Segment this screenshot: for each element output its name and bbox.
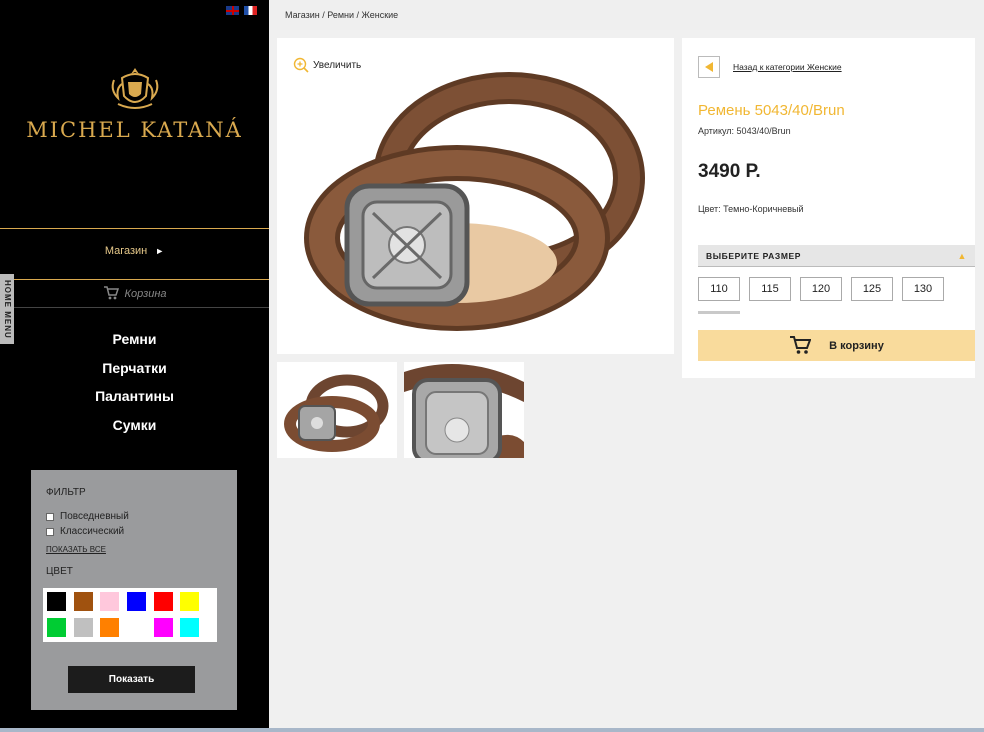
- filter-option[interactable]: Классический: [46, 526, 222, 537]
- color-swatch[interactable]: [127, 618, 147, 637]
- buckle-closeup-image: [404, 362, 524, 458]
- bottom-strip: [0, 728, 984, 732]
- arrow-left-icon: [705, 62, 713, 72]
- add-to-cart-button[interactable]: В корзину: [698, 330, 975, 361]
- thumbnail[interactable]: [404, 362, 524, 458]
- shop-menu-link[interactable]: Магазин ►: [0, 245, 269, 257]
- belt-image: [304, 72, 645, 331]
- divider: [0, 228, 269, 229]
- uk-flag-icon[interactable]: [226, 6, 239, 15]
- size-option[interactable]: 110: [698, 277, 740, 301]
- cart-icon: [103, 286, 119, 300]
- product-title: Ремень 5043/40/Brun: [698, 102, 845, 119]
- size-selector-header[interactable]: ВЫБЕРИТЕ РАЗМЕР ▲: [698, 245, 975, 267]
- back-link-text[interactable]: Назад к категории Женские: [733, 62, 842, 72]
- breadcrumb: Магазин / Ремни / Женские: [285, 10, 399, 20]
- thumbnail[interactable]: [277, 362, 397, 458]
- size-heading-label: ВЫБЕРИТЕ РАЗМЕР: [706, 251, 802, 261]
- size-option[interactable]: 115: [749, 277, 791, 301]
- color-swatch[interactable]: [73, 618, 93, 637]
- filter-option-label: Повседневный: [60, 511, 129, 522]
- color-swatch[interactable]: [47, 618, 66, 637]
- filter-title: ФИЛЬТР: [46, 487, 86, 498]
- filter-option[interactable]: Повседневный: [46, 511, 222, 522]
- belt-thumbnail-image: [277, 362, 397, 458]
- color-swatch[interactable]: [100, 592, 120, 611]
- crest-icon: [111, 68, 158, 109]
- size-selection-indicator: [698, 311, 740, 314]
- cart-icon: [790, 336, 812, 354]
- category-item[interactable]: Сумки: [0, 416, 269, 445]
- size-options: 110 115 120 125 130: [698, 277, 944, 301]
- collapse-arrow-icon[interactable]: ▲: [957, 245, 967, 267]
- product-photo[interactable]: Увеличить: [277, 38, 674, 354]
- color-swatch[interactable]: [153, 592, 173, 611]
- add-to-cart-label: В корзину: [829, 339, 884, 352]
- size-option[interactable]: 120: [800, 277, 842, 301]
- fr-flag-icon[interactable]: [244, 6, 257, 15]
- size-option[interactable]: 125: [851, 277, 893, 301]
- arrow-right-icon: ►: [155, 246, 165, 256]
- filter-panel: ФИЛЬТР Повседневный Классический ПОКАЗАТ…: [31, 470, 237, 710]
- checkbox[interactable]: [46, 512, 54, 521]
- color-swatch[interactable]: [153, 618, 173, 637]
- category-item[interactable]: Ремни: [0, 330, 269, 359]
- logo[interactable]: MICHEL KATANÁ: [0, 66, 269, 142]
- category-item[interactable]: Палантины: [0, 387, 269, 416]
- filter-option-label: Классический: [60, 526, 125, 537]
- color-swatch[interactable]: [127, 592, 147, 611]
- color-swatches: [43, 588, 217, 642]
- sidebar: MICHEL KATANÁ Магазин ► Корзина HOME MENU…: [0, 0, 269, 732]
- back-to-category[interactable]: Назад к категории Женские: [698, 56, 842, 78]
- show-button[interactable]: Показать: [68, 666, 195, 693]
- color-swatch[interactable]: [47, 592, 66, 611]
- shop-label: Магазин: [104, 245, 148, 257]
- color-swatch[interactable]: [180, 618, 200, 637]
- category-nav: Ремни Перчатки Палантины Сумки: [0, 330, 269, 444]
- color-swatch[interactable]: [100, 618, 120, 637]
- color-title: ЦВЕТ: [46, 566, 73, 577]
- color-swatch[interactable]: [73, 592, 93, 611]
- cart-label: Корзина: [124, 288, 167, 300]
- divider: [0, 279, 269, 280]
- language-switcher: [226, 6, 257, 15]
- back-arrow-button[interactable]: [698, 56, 720, 78]
- divider: [0, 307, 269, 308]
- show-all-link[interactable]: ПОКАЗАТЬ ВСЕ: [46, 545, 222, 554]
- size-option[interactable]: 130: [902, 277, 944, 301]
- product-color: Цвет: Темно-Коричневый: [698, 204, 804, 214]
- checkbox[interactable]: [46, 527, 54, 536]
- product-price: 3490 Р.: [698, 161, 761, 182]
- color-swatch[interactable]: [180, 592, 200, 611]
- category-item[interactable]: Перчатки: [0, 359, 269, 388]
- cart-link[interactable]: Корзина: [0, 286, 269, 300]
- brand-name: MICHEL KATANÁ: [26, 118, 243, 142]
- product-info-panel: Назад к категории Женские Ремень 5043/40…: [682, 38, 975, 378]
- product-sku: Артикул: 5043/40/Brun: [698, 126, 791, 136]
